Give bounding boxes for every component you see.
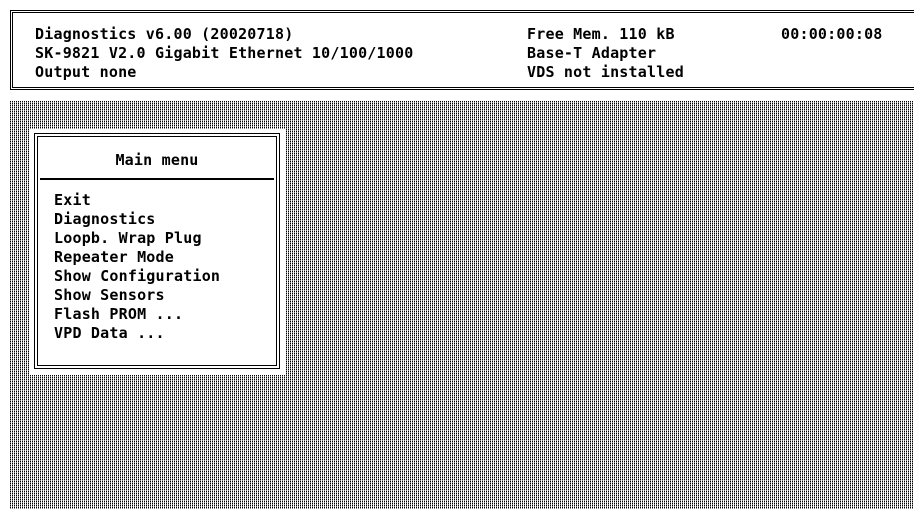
menu-divider [40, 178, 274, 180]
output-status: Output none [35, 63, 137, 81]
menu-item-exit[interactable]: Exit [54, 191, 220, 210]
menu-item-show-sensors[interactable]: Show Sensors [54, 286, 220, 305]
menu-title: Main menu [115, 151, 199, 169]
elapsed-clock: 00:00:00:08 [781, 25, 883, 43]
menu-item-repeater-mode[interactable]: Repeater Mode [54, 248, 220, 267]
menu-item-diagnostics[interactable]: Diagnostics [54, 210, 220, 229]
program-version: Diagnostics v6.00 (20020718) [35, 25, 294, 43]
status-header: Diagnostics v6.00 (20020718) SK-9821 V2.… [10, 10, 914, 90]
adapter-name: SK-9821 V2.0 Gigabit Ethernet 10/100/100… [35, 44, 414, 62]
adapter-type: Base-T Adapter [527, 44, 657, 62]
menu-item-vpd-data[interactable]: VPD Data ... [54, 324, 220, 343]
menu-item-show-configuration[interactable]: Show Configuration [54, 267, 220, 286]
free-memory: Free Mem. 110 kB [527, 25, 675, 43]
menu-item-loopback-wrap-plug[interactable]: Loopb. Wrap Plug [54, 229, 220, 248]
menu-item-flash-prom[interactable]: Flash PROM ... [54, 305, 220, 324]
menu-list: Exit Diagnostics Loopb. Wrap Plug Repeat… [54, 191, 220, 343]
main-menu-window: Main menu Exit Diagnostics Loopb. Wrap P… [34, 133, 280, 369]
vds-status: VDS not installed [527, 63, 684, 81]
